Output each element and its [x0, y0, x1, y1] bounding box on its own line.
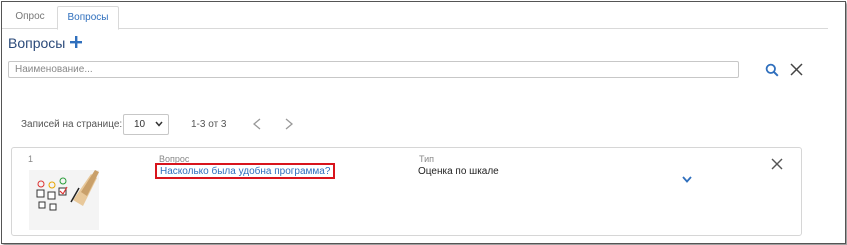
- search-input[interactable]: [8, 61, 739, 78]
- row-index: 1: [28, 154, 34, 164]
- previous-page-button[interactable]: [251, 117, 263, 131]
- close-icon: [790, 63, 803, 76]
- survey-checklist-image: [29, 170, 99, 230]
- chevron-right-icon: [285, 118, 294, 130]
- tab-survey[interactable]: Опрос: [5, 6, 55, 28]
- question-row: 1 Вопрос Насколько была удобна программа…: [11, 147, 802, 236]
- chevron-down-icon: [682, 176, 692, 183]
- search-icon: [765, 63, 779, 77]
- page-size-value: 10: [134, 119, 146, 130]
- search-button[interactable]: [765, 63, 779, 77]
- question-link[interactable]: Насколько была удобна программа?: [155, 163, 336, 179]
- chevron-down-icon: [155, 121, 163, 127]
- question-type: Оценка по шкале: [418, 166, 499, 177]
- next-page-button[interactable]: [283, 117, 295, 131]
- page-size-label: Записей на странице:: [21, 119, 123, 130]
- chevron-left-icon: [252, 118, 261, 130]
- question-image: [29, 170, 99, 230]
- add-question-button[interactable]: [68, 34, 84, 50]
- tab-questions[interactable]: Вопросы: [57, 6, 119, 30]
- type-column-label: Тип: [419, 154, 435, 164]
- app-frame: Опрос Вопросы Вопросы Записей на страниц…: [1, 1, 846, 244]
- section-title: Вопросы: [8, 35, 66, 51]
- page-size-select[interactable]: 10: [123, 114, 169, 135]
- close-icon: [771, 158, 783, 170]
- page-range: 1-3 от 3: [191, 119, 227, 130]
- expand-row-button[interactable]: [682, 170, 692, 183]
- plus-icon: [70, 36, 82, 48]
- remove-question-button[interactable]: [771, 157, 783, 170]
- clear-search-button[interactable]: [790, 63, 803, 76]
- tab-bar: Опрос Вопросы: [2, 6, 828, 30]
